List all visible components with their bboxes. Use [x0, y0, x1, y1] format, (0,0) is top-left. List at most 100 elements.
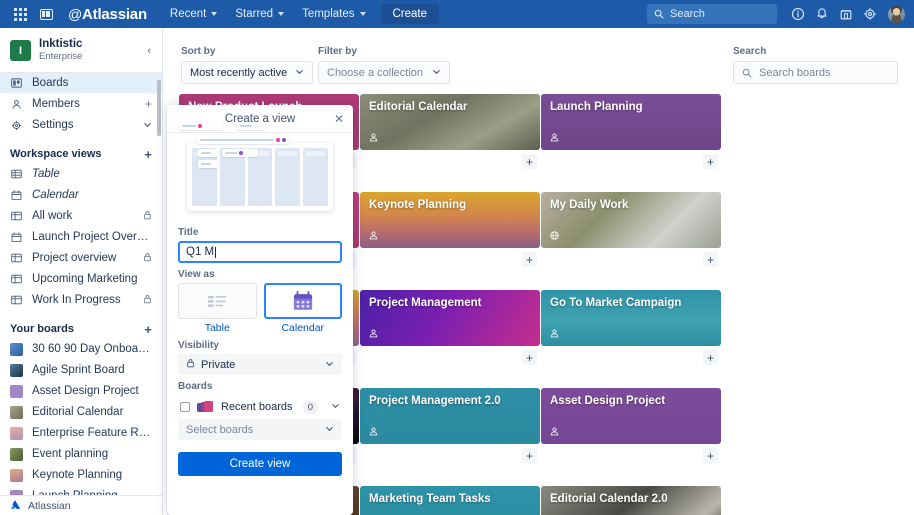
sidebar-item-label: Boards [32, 77, 69, 89]
filter-by-select[interactable]: Choose a collection [318, 61, 450, 84]
sidebar-board-item[interactable]: Enterprise Feature Requests [0, 423, 162, 443]
add-to-collection-button[interactable]: + [703, 252, 718, 267]
close-icon[interactable]: ✕ [334, 113, 344, 125]
nav-recent-label: Recent [169, 8, 207, 20]
sidebar-scrollbar[interactable] [157, 80, 161, 136]
gear-icon[interactable] [859, 3, 881, 25]
sort-by-group: Sort by Most recently active [181, 46, 313, 84]
chevron-down-icon[interactable] [331, 401, 340, 413]
calendar-icon [263, 283, 342, 319]
view-option-table[interactable]: Table [178, 283, 257, 334]
board-card[interactable]: My Daily Work + [541, 192, 721, 268]
board-tile[interactable]: Asset Design Project [541, 388, 721, 444]
grid-apps-icon[interactable] [8, 3, 32, 25]
board-card[interactable]: Asset Design Project + [541, 388, 721, 464]
sidebar-board-item[interactable]: Keynote Planning [0, 465, 162, 485]
sidebar-view-launch-project-overview[interactable]: Launch Project Overview [0, 227, 162, 247]
search-boards-placeholder: Search boards [759, 66, 831, 79]
board-tile[interactable]: Keynote Planning [360, 192, 540, 248]
board-card[interactable]: Keynote Planning + [360, 192, 540, 268]
global-search-placeholder: Search [670, 8, 705, 20]
board-card[interactable]: Project Management 2.0 + [360, 388, 540, 464]
add-to-collection-button[interactable]: + [522, 154, 537, 169]
workspace-header[interactable]: I Inktistic Enterprise ‹ [0, 28, 162, 72]
members-icon [369, 427, 378, 436]
trello-board-icon[interactable] [34, 3, 58, 25]
info-icon[interactable] [787, 3, 809, 25]
board-card[interactable]: Editorial Calendar + [360, 94, 540, 170]
sidebar-board-item[interactable]: Editorial Calendar [0, 402, 162, 422]
lock-icon [186, 358, 195, 371]
board-card[interactable]: Launch Planning + [541, 94, 721, 170]
create-view-submit-button[interactable]: Create view [178, 452, 342, 476]
add-to-collection-button[interactable]: + [522, 448, 537, 463]
sidebar-board-item[interactable]: Asset Design Project [0, 381, 162, 401]
board-tile[interactable]: Editorial Calendar [360, 94, 540, 150]
board-card[interactable]: Marketing Team Tasks [360, 486, 540, 515]
add-to-collection-button[interactable]: + [703, 350, 718, 365]
sort-by-select[interactable]: Most recently active [181, 61, 313, 84]
add-to-collection-button[interactable]: + [703, 154, 718, 169]
sidebar-view-label: Project overview [32, 252, 117, 264]
visibility-select[interactable]: Private [178, 354, 342, 375]
calendar-preview-image [179, 122, 333, 211]
board-tile[interactable]: Marketing Team Tasks [360, 486, 540, 515]
board-tile[interactable]: Go To Market Campaign [541, 290, 721, 346]
view-option-calendar[interactable]: Calendar [263, 283, 342, 334]
sidebar-board-label: Enterprise Feature Requests [32, 427, 152, 439]
lock-icon [143, 294, 152, 306]
add-to-collection-button[interactable]: + [522, 350, 537, 365]
sidebar-view-all-work[interactable]: All work [0, 206, 162, 226]
sidebar-view-table[interactable]: Table [0, 164, 162, 184]
global-search-input[interactable]: Search [647, 4, 777, 24]
title-label: Title [178, 227, 199, 238]
add-member-button[interactable]: + [145, 98, 152, 110]
create-button[interactable]: Create [380, 4, 440, 24]
sidebar-board-item[interactable]: Agile Sprint Board [0, 360, 162, 380]
board-thumbnail [10, 342, 23, 356]
bell-icon[interactable] [811, 3, 833, 25]
board-tile[interactable]: Editorial Calendar 2.0 [541, 486, 721, 515]
search-boards-input[interactable]: Search boards [733, 61, 898, 84]
add-board-button[interactable]: + [144, 322, 152, 337]
collapse-sidebar-button[interactable]: ‹ [147, 45, 154, 57]
brand-logo[interactable]: @ Atlassian [68, 6, 147, 23]
sidebar-item-settings[interactable]: Settings [0, 115, 162, 135]
board-thumbnail [10, 363, 23, 377]
avatar[interactable] [887, 4, 906, 24]
board-tile[interactable]: Project Management 2.0 [360, 388, 540, 444]
nav-templates[interactable]: Templates [293, 4, 374, 24]
board-title: Project Management 2.0 [369, 395, 501, 407]
nav-starred[interactable]: Starred [226, 4, 293, 24]
sidebar-view-calendar[interactable]: Calendar [0, 185, 162, 205]
select-boards-dropdown[interactable]: Select boards [178, 419, 342, 440]
recent-boards-count: 0 [302, 400, 318, 414]
sidebar-item-boards[interactable]: Boards [0, 73, 162, 93]
apps-store-icon[interactable] [835, 3, 857, 25]
board-thumbnail [10, 468, 23, 482]
sidebar-view-upcoming-marketing[interactable]: Upcoming Marketing [0, 269, 162, 289]
sidebar-item-members[interactable]: Members + [0, 94, 162, 114]
sidebar-view-work-in-progress[interactable]: Work In Progress [0, 290, 162, 310]
sidebar-view-project-overview[interactable]: Project overview [0, 248, 162, 268]
board-tile[interactable]: Launch Planning [541, 94, 721, 150]
sidebar-board-item[interactable]: 30 60 90 Day Onboarding Pl... [0, 339, 162, 359]
board-tile[interactable]: Project Management [360, 290, 540, 346]
sort-by-label: Sort by [181, 46, 216, 57]
add-to-collection-button[interactable]: + [703, 448, 718, 463]
add-workspace-view-button[interactable]: + [144, 147, 152, 162]
board-tile[interactable]: My Daily Work [541, 192, 721, 248]
members-icon [369, 133, 378, 142]
recent-boards-checkbox[interactable] [180, 402, 190, 412]
nav-templates-label: Templates [302, 8, 355, 20]
expand-settings-button[interactable] [143, 119, 152, 131]
board-card[interactable]: Go To Market Campaign + [541, 290, 721, 366]
sidebar-footer[interactable]: Atlassian [0, 495, 162, 515]
sidebar-board-item[interactable]: Event planning [0, 444, 162, 464]
board-card[interactable]: Editorial Calendar 2.0 [541, 486, 721, 515]
add-to-collection-button[interactable]: + [522, 252, 537, 267]
view-title-input[interactable]: Q1 M [178, 241, 342, 263]
nav-recent[interactable]: Recent [161, 4, 226, 24]
board-card[interactable]: Project Management + [360, 290, 540, 366]
recent-boards-row[interactable]: Recent boards 0 [178, 395, 342, 419]
